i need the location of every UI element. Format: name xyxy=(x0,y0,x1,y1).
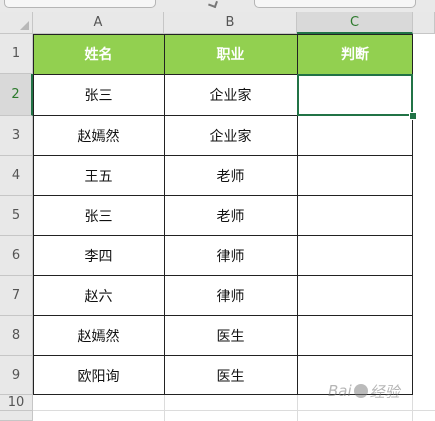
baidu-watermark-logo: Bai 经验 xyxy=(328,376,432,406)
row-header-8[interactable]: 8 xyxy=(0,316,33,356)
row-header-2[interactable]: 2 xyxy=(0,74,33,116)
cell-c7[interactable] xyxy=(297,276,413,316)
row-header-1[interactable]: 1 xyxy=(0,34,33,74)
cell-b2[interactable]: 企业家 xyxy=(164,74,297,116)
cell-a6[interactable]: 李四 xyxy=(33,236,164,276)
column-header-d[interactable] xyxy=(413,12,435,34)
row-header-9[interactable]: 9 xyxy=(0,356,33,395)
row-header-3[interactable]: 3 xyxy=(0,116,33,156)
cell-b8[interactable]: 医生 xyxy=(164,316,297,356)
column-header-b[interactable]: B xyxy=(164,12,297,34)
cell-b3[interactable]: 企业家 xyxy=(164,116,297,156)
paw-icon xyxy=(353,384,368,398)
row-border xyxy=(33,195,413,196)
watermark-text-suffix: 经验 xyxy=(369,382,400,401)
row-header-11[interactable] xyxy=(0,411,33,421)
header-cell-occupation[interactable]: 职业 xyxy=(164,34,297,74)
row-border xyxy=(33,355,413,356)
gridline xyxy=(164,395,165,421)
row-header-10[interactable]: 10 xyxy=(0,395,33,411)
cell-a5[interactable]: 张三 xyxy=(33,196,164,236)
cell-c3[interactable] xyxy=(297,116,413,156)
cell-b7[interactable]: 律师 xyxy=(164,276,297,316)
column-header-c[interactable]: C xyxy=(297,12,413,34)
header-cell-judgement[interactable]: 判断 xyxy=(297,34,413,74)
cell-a3[interactable]: 赵嫣然 xyxy=(33,116,164,156)
row-border xyxy=(33,315,413,316)
row-border xyxy=(33,155,413,156)
cell-a9[interactable]: 欧阳询 xyxy=(33,356,164,395)
gridline xyxy=(33,410,435,411)
watermark-text-prefix: Bai xyxy=(328,382,352,400)
row-border xyxy=(33,235,413,236)
fill-handle[interactable] xyxy=(409,112,417,120)
cell-b6[interactable]: 律师 xyxy=(164,236,297,276)
column-header-a[interactable]: A xyxy=(33,12,164,34)
function-icon[interactable] xyxy=(208,0,218,9)
row-header-4[interactable]: 4 xyxy=(0,156,33,196)
toolbar-strip xyxy=(0,0,435,12)
select-all-corner[interactable] xyxy=(0,12,33,34)
cell-c4[interactable] xyxy=(297,156,413,196)
cell-b4[interactable]: 老师 xyxy=(164,156,297,196)
select-all-triangle-icon xyxy=(20,21,29,30)
active-cell-selection xyxy=(297,74,413,116)
cell-b5[interactable]: 老师 xyxy=(164,196,297,236)
cell-a7[interactable]: 赵六 xyxy=(33,276,164,316)
header-cell-name[interactable]: 姓名 xyxy=(33,34,164,74)
cell-c5[interactable] xyxy=(297,196,413,236)
row-border xyxy=(33,275,413,276)
cell-c8[interactable] xyxy=(297,316,413,356)
cell-a8[interactable]: 赵嫣然 xyxy=(33,316,164,356)
cell-a4[interactable]: 王五 xyxy=(33,156,164,196)
cell-b9[interactable]: 医生 xyxy=(164,356,297,395)
formula-bar[interactable] xyxy=(254,0,416,8)
column-border xyxy=(164,34,165,395)
row-header-5[interactable]: 5 xyxy=(0,196,33,236)
formula-tab[interactable] xyxy=(4,0,156,8)
row-header-6[interactable]: 6 xyxy=(0,236,33,276)
gridline xyxy=(297,395,298,421)
row-header-7[interactable]: 7 xyxy=(0,276,33,316)
cell-a2[interactable]: 张三 xyxy=(33,74,164,116)
cell-c6[interactable] xyxy=(297,236,413,276)
